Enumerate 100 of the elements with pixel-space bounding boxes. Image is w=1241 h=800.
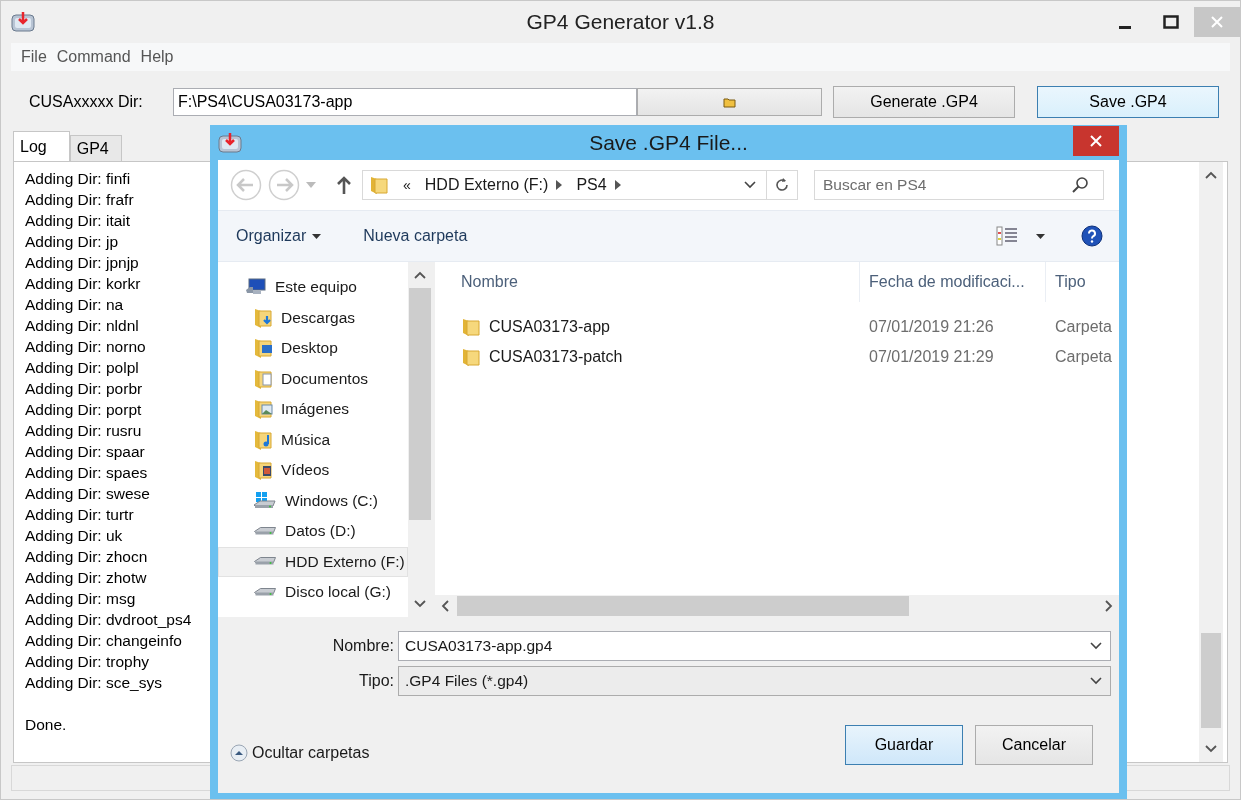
tab[interactable]: Log [13,131,70,161]
nav-item[interactable]: Datos (D:) [218,516,408,547]
menu-item[interactable]: Command [52,46,135,68]
log-line: Adding Dir: frafr [25,190,134,210]
log-line: Adding Dir: itait [25,211,131,231]
scroll-left-icon[interactable] [441,600,449,612]
search-icon [1071,176,1089,194]
folder-icon [253,398,273,421]
search-field[interactable]: Buscar en PS4 [814,170,1104,200]
drive-icon [254,557,276,567]
file-name: CUSA03173-patch [489,348,623,366]
column-header[interactable]: Fecha de modificaci... [869,273,1025,291]
file-name-field[interactable]: CUSA03173-app.gp4 [398,631,1111,661]
address-bar[interactable]: « HDD Externo (F:) PS4 [362,170,798,200]
save-button[interactable]: Save .GP4 [1037,86,1219,118]
maximize-icon [1163,15,1179,29]
chevron-right-icon[interactable] [614,180,621,190]
nav-item[interactable]: Este equipo [218,272,408,303]
folder-icon [253,367,273,390]
up-arrow-icon[interactable] [336,175,352,195]
log-line: Adding Dir: msg [25,589,136,609]
hide-folders-button[interactable]: Ocultar carpetas [230,743,370,762]
log-line: Adding Dir: nldnl [25,316,139,336]
dir-field[interactable]: F:\PS4\CUSA03173-app [173,88,637,116]
caret-icon [312,233,322,239]
folder-icon [722,96,737,108]
breadcrumb-item[interactable]: PS4 [576,176,607,194]
save-button[interactable]: Guardar [845,724,963,765]
cancel-button[interactable]: Cancelar [975,724,1093,765]
nav-item[interactable]: Vídeos [218,455,408,486]
drive-icon [254,587,276,597]
scroll-right-icon[interactable] [1105,600,1113,612]
breadcrumb-overflow[interactable]: « [403,177,411,193]
chevron-right-icon[interactable] [556,180,563,190]
log-line: Adding Dir: sce_sys [25,673,162,693]
log-line: Adding Dir: porpt [25,400,142,420]
folder-icon [461,317,481,337]
view-button[interactable] [996,226,1045,246]
file-row[interactable]: CUSA03173-patch 07/01/2019 21:29 Carpeta [435,342,1119,372]
file-row[interactable]: CUSA03173-app 07/01/2019 21:26 Carpeta [435,312,1119,342]
nav-item[interactable]: Descargas [218,302,408,333]
folder-icon [369,175,389,195]
log-line: Adding Dir: norno [25,337,146,357]
log-line: Adding Dir: korkr [25,274,141,294]
app-icon [11,11,35,33]
log-line: Adding Dir: na [25,295,124,315]
log-line: Adding Dir: spaar [25,442,145,462]
log-line: Adding Dir: turtr [25,505,134,525]
drive-icon [253,491,277,510]
column-header[interactable]: Nombre [461,273,518,291]
scrollbar-thumb[interactable] [1201,633,1221,728]
nav-item[interactable]: Documentos [218,363,408,394]
refresh-icon[interactable] [774,177,790,193]
log-line: Adding Dir: jp [25,232,119,252]
folder-icon [461,347,481,367]
menu-item[interactable]: Help [136,46,178,68]
menu-item[interactable]: File [17,46,51,68]
folder-icon [253,306,273,329]
log-line: Adding Dir: dvdroot_ps4 [25,610,192,630]
nav-item[interactable]: Imágenes [218,394,408,425]
file-type: Carpeta [1055,318,1112,335]
help-icon[interactable] [1081,225,1103,247]
scrollbar-thumb[interactable] [409,288,431,520]
file-date: 07/01/2019 21:29 [869,348,994,365]
close-icon [1089,133,1103,148]
log-line: Adding Dir: uk [25,526,123,546]
generate-button[interactable]: Generate .GP4 [833,86,1015,118]
nav-item[interactable]: Windows (C:) [218,485,408,516]
folder-icon [253,428,273,451]
close-button[interactable] [1073,125,1119,156]
nav-item[interactable]: Desktop [218,333,408,364]
folder-icon [253,337,273,360]
file-date: 07/01/2019 21:26 [869,318,994,335]
nav-item[interactable]: Disco local (G:) [218,577,408,608]
column-header[interactable]: Tipo [1055,273,1086,291]
log-line: Adding Dir: zhocn [25,547,148,567]
file-name: CUSA03173-app [489,318,610,336]
new-folder-button[interactable]: Nueva carpeta [363,223,468,249]
log-line: Adding Dir: changeinfo [25,631,182,651]
log-line: Adding Dir: polpl [25,358,139,378]
nav-item[interactable]: Música [218,424,408,455]
computer-icon [245,278,267,297]
file-type-dropdown[interactable]: .GP4 Files (*.gp4) [398,666,1111,696]
nav-item[interactable]: HDD Externo (F:) [218,546,408,577]
scrollbar-thumb[interactable] [457,596,909,616]
log-line: Adding Dir: trophy [25,652,150,672]
log-line: Adding Dir: swese [25,484,150,504]
breadcrumb-item[interactable]: HDD Externo (F:) [424,176,549,194]
log-line: Adding Dir: zhotw [25,568,147,588]
file-type-label: Tipo: [358,672,395,690]
chevron-down-icon [1090,642,1102,650]
file-type: Carpeta [1055,348,1112,365]
file-name-label: Nombre: [331,637,395,655]
window-title: GP4 Generator v1.8 [526,10,715,33]
tab[interactable]: GP4 [69,135,122,161]
close-icon [1210,15,1224,29]
chevron-down-icon [1090,677,1102,685]
organize-button[interactable]: Organizar [236,223,322,249]
log-line: Adding Dir: porbr [25,379,143,399]
collapse-icon [230,743,248,762]
